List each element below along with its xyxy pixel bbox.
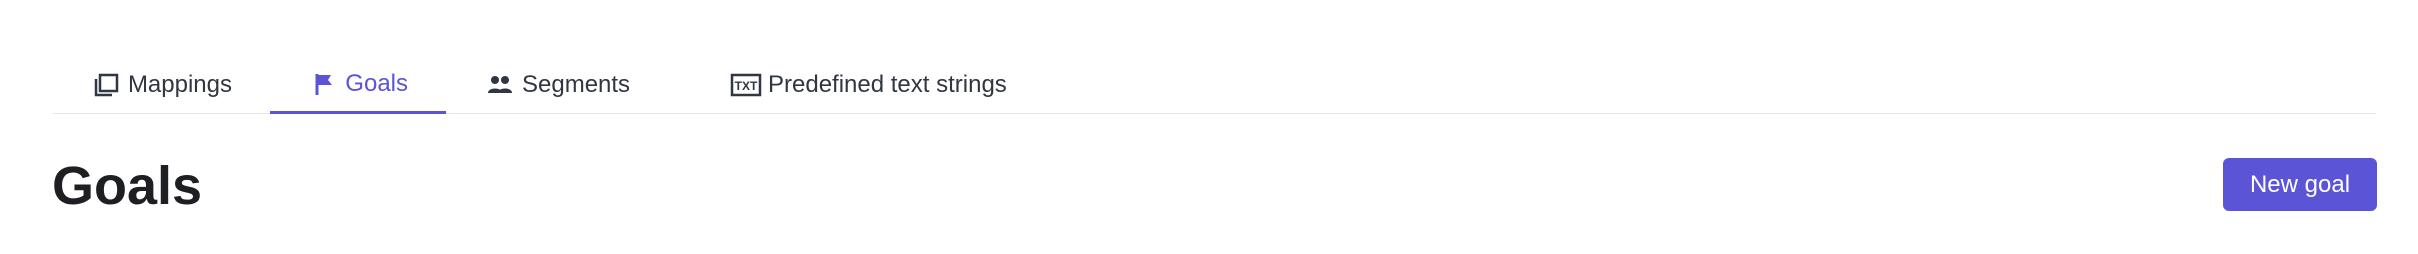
mappings-icon — [90, 69, 122, 101]
flag-icon — [308, 68, 339, 100]
tab-label: Goals — [345, 69, 408, 97]
page-title: Goals — [52, 156, 203, 216]
txt-icon: TXT — [730, 69, 762, 101]
tab-bar: Mappings Goals Segments TXT Predefined t… — [52, 56, 2376, 114]
tab-label: Segments — [522, 71, 631, 98]
tab-label: Predefined text strings — [768, 71, 1007, 98]
users-icon — [484, 69, 516, 101]
tab-label: Mappings — [127, 71, 232, 98]
svg-text:TXT: TXT — [735, 79, 758, 93]
tab-predefined-text-strings[interactable]: TXT Predefined text strings — [692, 56, 1084, 114]
tab-mappings[interactable]: Mappings — [52, 56, 270, 114]
new-goal-button[interactable]: New goal — [2223, 158, 2377, 211]
tab-goals[interactable]: Goals — [270, 56, 446, 114]
tab-segments[interactable]: Segments — [446, 56, 692, 114]
goals-page: Mappings Goals Segments TXT Predefined t… — [0, 0, 2418, 254]
